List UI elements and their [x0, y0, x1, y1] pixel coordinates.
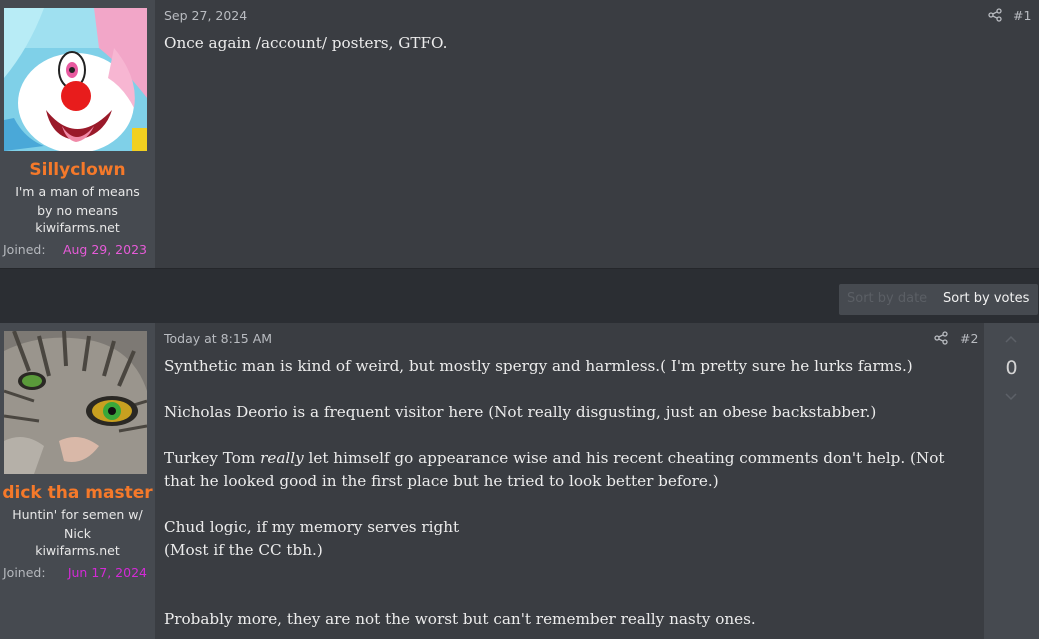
- post-paragraph: Once again /account/ posters, GTFO.: [164, 34, 448, 52]
- post-paragraph: Synthetic man is kind of weird, but most…: [164, 357, 913, 375]
- post-number[interactable]: #1: [1013, 8, 1031, 23]
- emphasis-text: really: [260, 449, 304, 467]
- joined-date: Jun 17, 2024: [67, 565, 147, 580]
- post-paragraph: Nicholas Deorio is a frequent visitor he…: [164, 403, 877, 421]
- post-paragraph: Turkey Tom really let himself go appeara…: [164, 447, 974, 493]
- vote-panel: 0: [984, 323, 1039, 639]
- joined-label: Joined:: [3, 565, 46, 580]
- share-icon[interactable]: [988, 8, 1002, 22]
- chevron-down-icon[interactable]: [1005, 393, 1017, 401]
- joined-label: Joined:: [3, 242, 46, 257]
- sort-by-votes-button[interactable]: Sort by votes: [943, 291, 1029, 306]
- sort-by-date-button[interactable]: Sort by date: [847, 291, 927, 306]
- post-paragraph: Chud logic, if my memory serves right: [164, 518, 460, 536]
- user-site: kiwifarms.net: [35, 543, 120, 558]
- share-icon[interactable]: [934, 331, 948, 345]
- username[interactable]: Sillyclown: [0, 160, 155, 180]
- post-paragraph: Probably more, they are not the worst bu…: [164, 610, 756, 628]
- sort-toggle: Sort by date Sort by votes: [839, 284, 1038, 315]
- username[interactable]: dick tha master: [0, 483, 155, 503]
- post-body: Once again /account/ posters, GTFO.: [164, 32, 974, 55]
- vote-count: 0: [1005, 357, 1018, 379]
- post-paragraph: (Most if the CC tbh.): [164, 541, 323, 559]
- post-2: dick tha master Huntin' for semen w/ Nic…: [0, 323, 1039, 639]
- post-body: Synthetic man is kind of weird, but most…: [164, 355, 974, 631]
- user-info-panel: Sillyclown I'm a man of means by no mean…: [0, 0, 155, 268]
- avatar[interactable]: [4, 8, 147, 151]
- joined-date: Aug 29, 2023: [62, 242, 147, 257]
- post-date[interactable]: Today at 8:15 AM: [164, 331, 272, 346]
- user-info-panel: dick tha master Huntin' for semen w/ Nic…: [0, 323, 155, 639]
- chevron-up-icon[interactable]: [1005, 335, 1017, 343]
- user-title: Huntin' for semen w/ Nick: [12, 507, 143, 541]
- user-site: kiwifarms.net: [35, 220, 120, 235]
- post-date[interactable]: Sep 27, 2024: [164, 8, 247, 23]
- post-1: Sillyclown I'm a man of means by no mean…: [0, 0, 1039, 269]
- user-title: I'm a man of means by no means: [15, 184, 140, 218]
- avatar[interactable]: [4, 331, 147, 474]
- text: Turkey Tom: [164, 449, 261, 467]
- post-number[interactable]: #2: [960, 331, 978, 346]
